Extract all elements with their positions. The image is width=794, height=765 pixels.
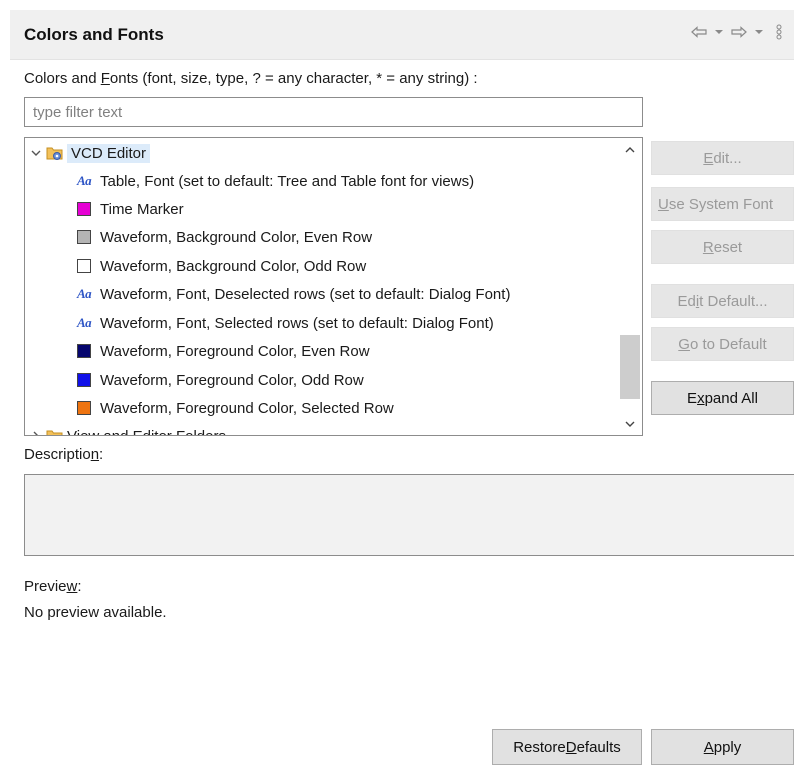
tree-item-label: View and Editor Folders xyxy=(67,427,226,436)
tree-item-label: Waveform, Font, Deselected rows (set to … xyxy=(100,285,511,303)
color-swatch-icon xyxy=(77,202,91,216)
font-icon: Aa xyxy=(77,315,92,330)
tree-item-label: VCD Editor xyxy=(67,143,151,163)
color-swatch-icon xyxy=(77,373,91,387)
tree-item-label: Waveform, Foreground Color, Even Row xyxy=(100,342,370,360)
edit-button[interactable]: Edit... xyxy=(651,141,794,175)
preview-label: Preview: xyxy=(24,578,82,595)
color-swatch-icon xyxy=(77,344,91,358)
description-label: Description: xyxy=(24,446,104,463)
scroll-down-icon[interactable] xyxy=(618,413,642,435)
color-swatch-icon xyxy=(77,259,91,273)
color-swatch-icon xyxy=(77,230,91,244)
scrollbar-thumb[interactable] xyxy=(620,335,640,399)
view-menu-icon[interactable] xyxy=(770,22,788,42)
chevron-down-icon[interactable] xyxy=(710,22,728,42)
tree-item-font[interactable]: Aa Waveform, Font, Selected rows (set to… xyxy=(77,309,494,337)
font-icon: Aa xyxy=(77,286,92,301)
tree-item-label: Waveform, Font, Selected rows (set to de… xyxy=(100,314,494,332)
preference-page-header: Colors and Fonts xyxy=(10,10,794,60)
tree-item-vcd-editor[interactable]: VCD Editor xyxy=(27,139,151,167)
tree-item-view-editor-folders[interactable]: View and Editor Folders xyxy=(27,422,226,436)
forward-arrow-icon[interactable] xyxy=(730,22,748,42)
description-field[interactable] xyxy=(24,474,794,556)
filter-input[interactable] xyxy=(24,97,643,127)
edit-default-button[interactable]: Ed i t Default... xyxy=(651,284,794,318)
tree-item-font[interactable]: Aa Table, Font (set to default: Tree and… xyxy=(77,167,474,195)
chevron-down-icon[interactable] xyxy=(750,22,768,42)
preview-text: No preview available. xyxy=(24,604,167,621)
tree-item-font[interactable]: Aa Waveform, Font, Deselected rows (set … xyxy=(77,280,510,308)
chevron-down-icon[interactable] xyxy=(27,143,45,163)
tree-item-color[interactable]: Waveform, Foreground Color, Selected Row xyxy=(77,394,394,422)
tree-item-label: Waveform, Background Color, Odd Row xyxy=(100,257,367,275)
color-swatch-icon xyxy=(77,401,91,415)
tree-item-color[interactable]: Waveform, Background Color, Odd Row xyxy=(77,252,366,280)
category-folder-icon xyxy=(45,144,65,162)
folder-icon xyxy=(45,427,65,435)
go-to-default-button[interactable]: Go to Default xyxy=(651,327,794,361)
restore-defaults-button[interactable]: Restore Defaults xyxy=(492,729,642,765)
colors-fonts-tree[interactable]: VCD Editor Aa Table, Font (set to defaul… xyxy=(24,137,643,436)
scroll-up-icon[interactable] xyxy=(618,138,642,160)
tree-item-color[interactable]: Waveform, Foreground Color, Even Row xyxy=(77,337,370,365)
tree-item-color[interactable]: Waveform, Foreground Color, Odd Row xyxy=(77,366,364,394)
use-system-font-button[interactable]: Use System Font xyxy=(651,187,794,221)
filter-label: Colors and Fonts (font, size, type, ? = … xyxy=(24,70,478,87)
apply-button[interactable]: Apply xyxy=(651,729,794,765)
tree-item-label: Waveform, Background Color, Even Row xyxy=(100,228,373,246)
font-icon: Aa xyxy=(77,173,92,188)
tree-item-color[interactable]: Time Marker xyxy=(77,195,184,223)
page-title: Colors and Fonts xyxy=(24,25,164,44)
tree-item-label: Waveform, Foreground Color, Selected Row xyxy=(100,399,394,417)
tree-scrollbar[interactable] xyxy=(618,138,642,435)
tree-item-label: Table, Font (set to default: Tree and Ta… xyxy=(100,172,475,190)
expand-all-button[interactable]: Ex pand All xyxy=(651,381,794,415)
tree-item-label: Time Marker xyxy=(100,200,184,218)
tree-item-label: Waveform, Foreground Color, Odd Row xyxy=(100,371,364,389)
history-nav xyxy=(690,22,788,42)
chevron-right-icon[interactable] xyxy=(27,426,45,435)
tree-item-color[interactable]: Waveform, Background Color, Even Row xyxy=(77,223,372,251)
back-arrow-icon[interactable] xyxy=(690,22,708,42)
reset-button[interactable]: Reset xyxy=(651,230,794,264)
